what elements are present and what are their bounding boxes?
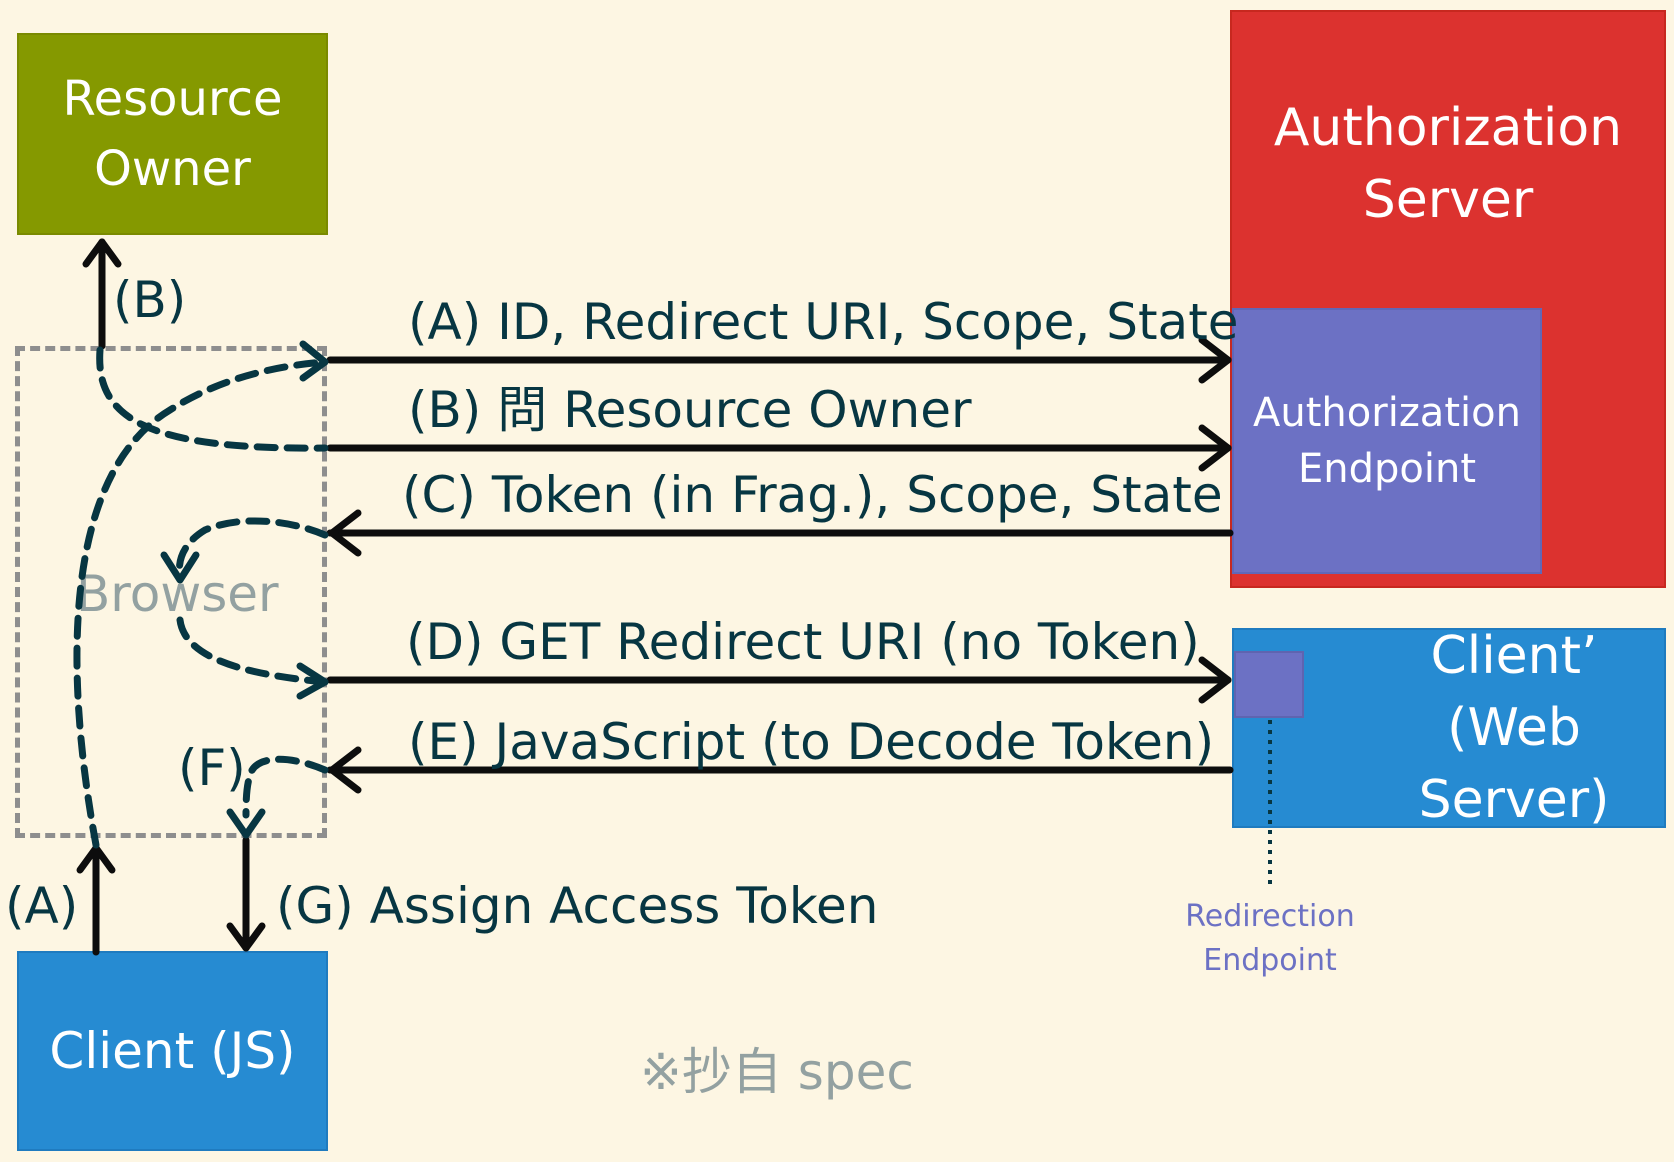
flow-c-label: (C) Token (in Frag.), Scope, State [402,466,1223,524]
flow-a-label: (A) ID, Redirect URI, Scope, State [408,293,1239,351]
flow-g-label: (G) Assign Access Token [276,877,879,935]
flow-b-short-label: (B) [113,271,187,329]
dashed-path-c [175,517,329,579]
flow-arrows [73,238,1272,956]
flow-d-label: (D) GET Redirect URI (no Token) [406,613,1200,671]
redirection-endpoint-label: Redirection Endpoint [1180,895,1360,983]
flow-a-short-label: (A) [5,877,79,935]
dashed-path-f [242,755,329,819]
redirection-endpoint-label-line2: Endpoint [1203,943,1337,978]
redirection-endpoint-label-line1: Redirection [1185,899,1355,934]
dashed-path-b [96,346,329,452]
flow-f-short-label: (F) [178,739,246,797]
dashed-path-d [176,616,329,686]
source-note: ※抄自 spec [640,1043,914,1101]
flow-e-label: (E) JavaScript (to Decode Token) [408,713,1215,771]
flow-b-label: (B) 問 Resource Owner [408,381,972,439]
